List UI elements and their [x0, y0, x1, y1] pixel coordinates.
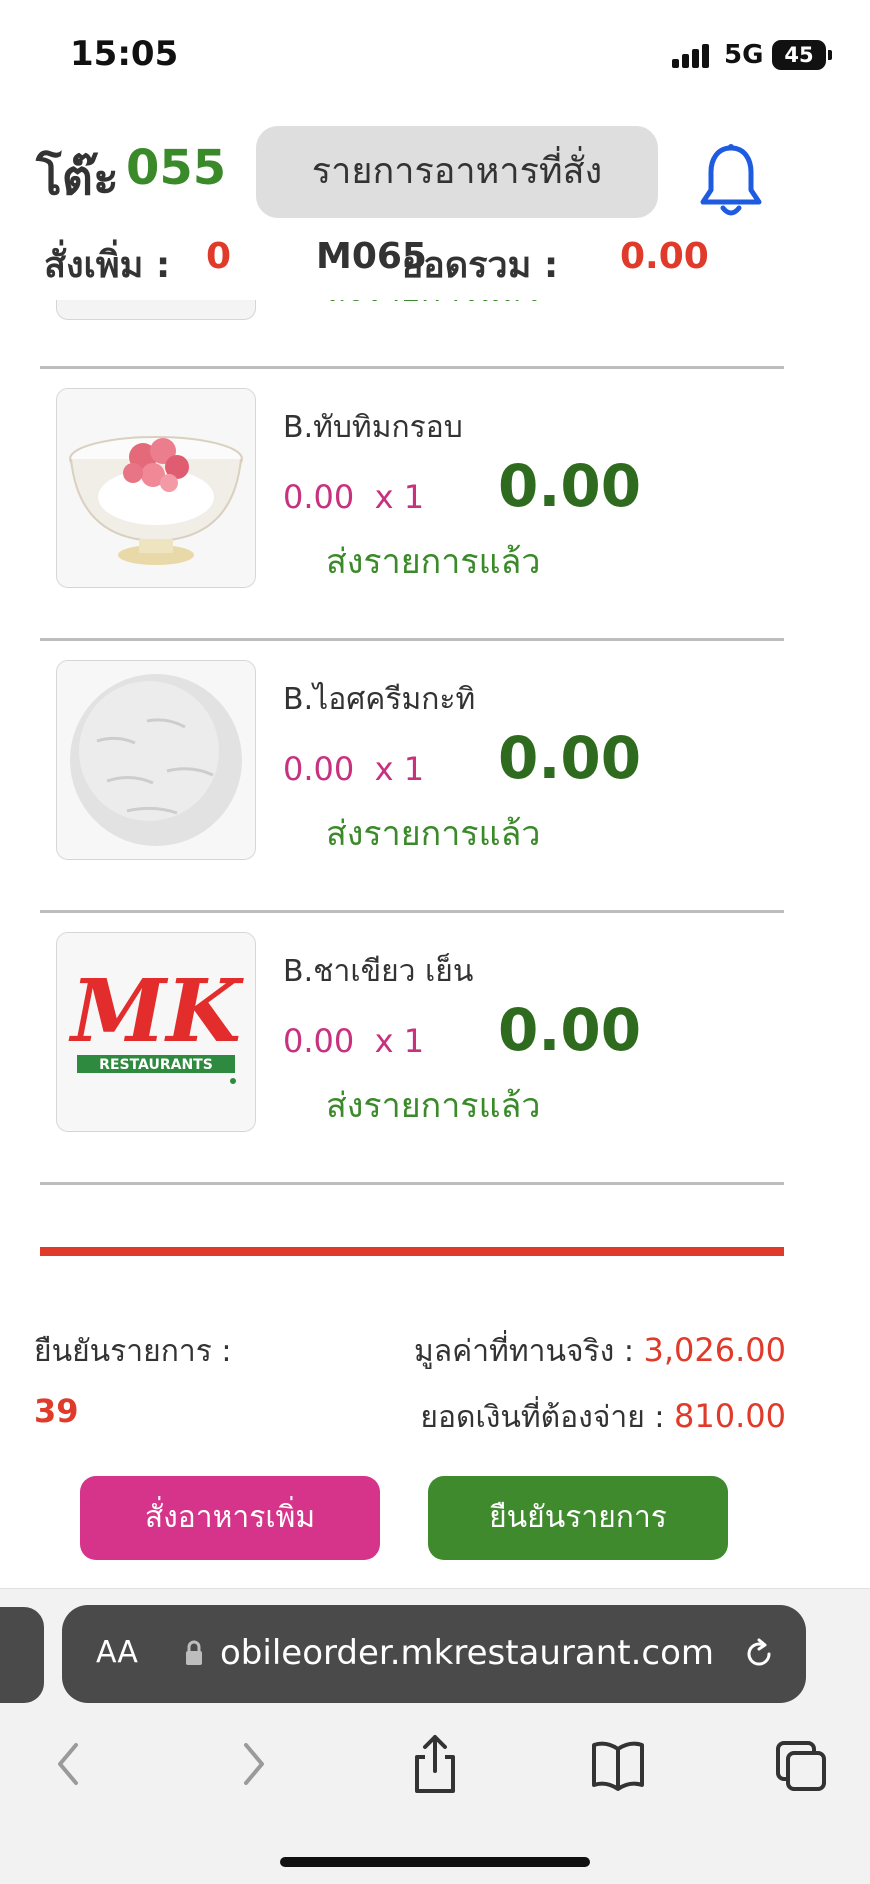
item-price: 0.00 x 1 [283, 478, 425, 516]
ordered-items-button[interactable]: รายการอาหารที่สั่ง [256, 126, 658, 218]
actual-value: 3,026.00 [643, 1331, 787, 1369]
item-name: B.ทับทิมกรอบ [283, 410, 463, 445]
to-pay-row: ยอดเงินที่ต้องจ่าย : 810.00 [420, 1394, 786, 1441]
order-more-value: 0 [206, 236, 232, 277]
forward-icon[interactable] [222, 1729, 282, 1799]
item-name: B.ชาเขียว เย็น [283, 954, 474, 989]
item-total: 0.00 [498, 996, 642, 1064]
address-bar[interactable]: AA obileorder.mkrestaurant.com [62, 1605, 806, 1703]
dessert-bowl-image [57, 389, 255, 587]
reload-icon[interactable] [742, 1637, 776, 1671]
item-image [56, 660, 256, 860]
home-indicator[interactable] [280, 1857, 590, 1867]
list-item: B.ไอศครีมกะทิ 0.00 x 1 0.00 ส่งรายการแล้… [0, 638, 870, 910]
battery-icon: 45 [772, 40, 826, 70]
confirm-order-button[interactable]: ยืนยันรายการ [428, 1476, 728, 1560]
share-icon[interactable] [405, 1729, 465, 1799]
total-label: ยอดรวม : [402, 245, 559, 286]
reader-aa-button[interactable]: AA [96, 1635, 138, 1670]
item-price: 0.00 x 1 [283, 750, 425, 788]
item-divider [40, 638, 784, 641]
list-end [0, 1182, 870, 1202]
confirm-count-value: 39 [34, 1392, 79, 1430]
item-total: 0.00 [498, 724, 642, 792]
confirm-count-label: ยืนยันรายการ : [34, 1334, 232, 1369]
browser-toolbar [0, 1729, 870, 1809]
mk-logo-image: MK RESTAURANTS [57, 933, 255, 1131]
list-item: MK RESTAURANTS B.ชาเขียว เย็น 0.00 x 1 0… [0, 910, 870, 1182]
ice-cream-image [57, 661, 255, 859]
item-name: B.ไอศครีมกะทิ [283, 682, 476, 717]
table-number: 055 [126, 140, 227, 196]
item-total: 0.00 [498, 452, 642, 520]
list-item: ส่งรายการแล้ว [0, 300, 870, 366]
network-type: 5G [724, 40, 764, 70]
url-text[interactable]: obileorder.mkrestaurant.com [220, 1633, 714, 1673]
mk-logo-sub: RESTAURANTS [99, 1057, 213, 1073]
order-more-button[interactable]: สั่งอาหารเพิ่ม [80, 1476, 380, 1560]
actual-value-label: มูลค่าที่ทานจริง : [413, 1334, 634, 1369]
item-divider [40, 1182, 784, 1185]
list-item: B.ทับทิมกรอบ 0.00 x 1 0.00 ส่งรายการแล้ว [0, 366, 870, 638]
bell-icon[interactable] [696, 142, 766, 222]
status-time: 15:05 [70, 34, 179, 74]
item-status: ส่งรายการแล้ว [326, 300, 540, 316]
item-price: 0.00 x 1 [283, 1022, 425, 1060]
total-value: 0.00 [620, 236, 709, 277]
item-image [56, 300, 256, 320]
order-more-label: สั่งเพิ่ม : [44, 245, 171, 286]
item-divider [40, 366, 784, 369]
item-status: ส่งรายการแล้ว [326, 1086, 541, 1126]
item-status: ส่งรายการแล้ว [326, 814, 541, 854]
table-label: โต๊ะ [36, 150, 119, 206]
item-divider [40, 910, 784, 913]
item-image: MK RESTAURANTS [56, 932, 256, 1132]
browser-chrome: AA obileorder.mkrestaurant.com [0, 1588, 870, 1884]
actual-value-row: มูลค่าที่ทานจริง : 3,026.00 [414, 1328, 786, 1375]
battery-tip [828, 50, 832, 60]
order-list[interactable]: ส่งรายการแล้ว B.ทับทิมกรอบ 0.00 x [0, 300, 870, 1260]
to-pay-value: 810.00 [674, 1397, 786, 1435]
item-image [56, 388, 256, 588]
lock-icon [186, 1640, 202, 1665]
signal-icon [672, 42, 716, 68]
to-pay-label: ยอดเงินที่ต้องจ่าย : [420, 1400, 665, 1435]
mk-logo-text: MK [68, 961, 244, 1062]
order-summary-bar: สั่งเพิ่ม : 0 M065 ยอดรวม : 0.00 [0, 236, 870, 296]
tabs-icon[interactable] [772, 1729, 832, 1799]
bookmarks-icon[interactable] [588, 1729, 648, 1799]
status-bar: 15:05 5G 45 [0, 0, 870, 110]
section-divider [40, 1247, 784, 1256]
back-icon[interactable] [40, 1729, 100, 1799]
previous-tab[interactable] [0, 1607, 44, 1703]
item-status: ส่งรายการแล้ว [326, 542, 541, 582]
